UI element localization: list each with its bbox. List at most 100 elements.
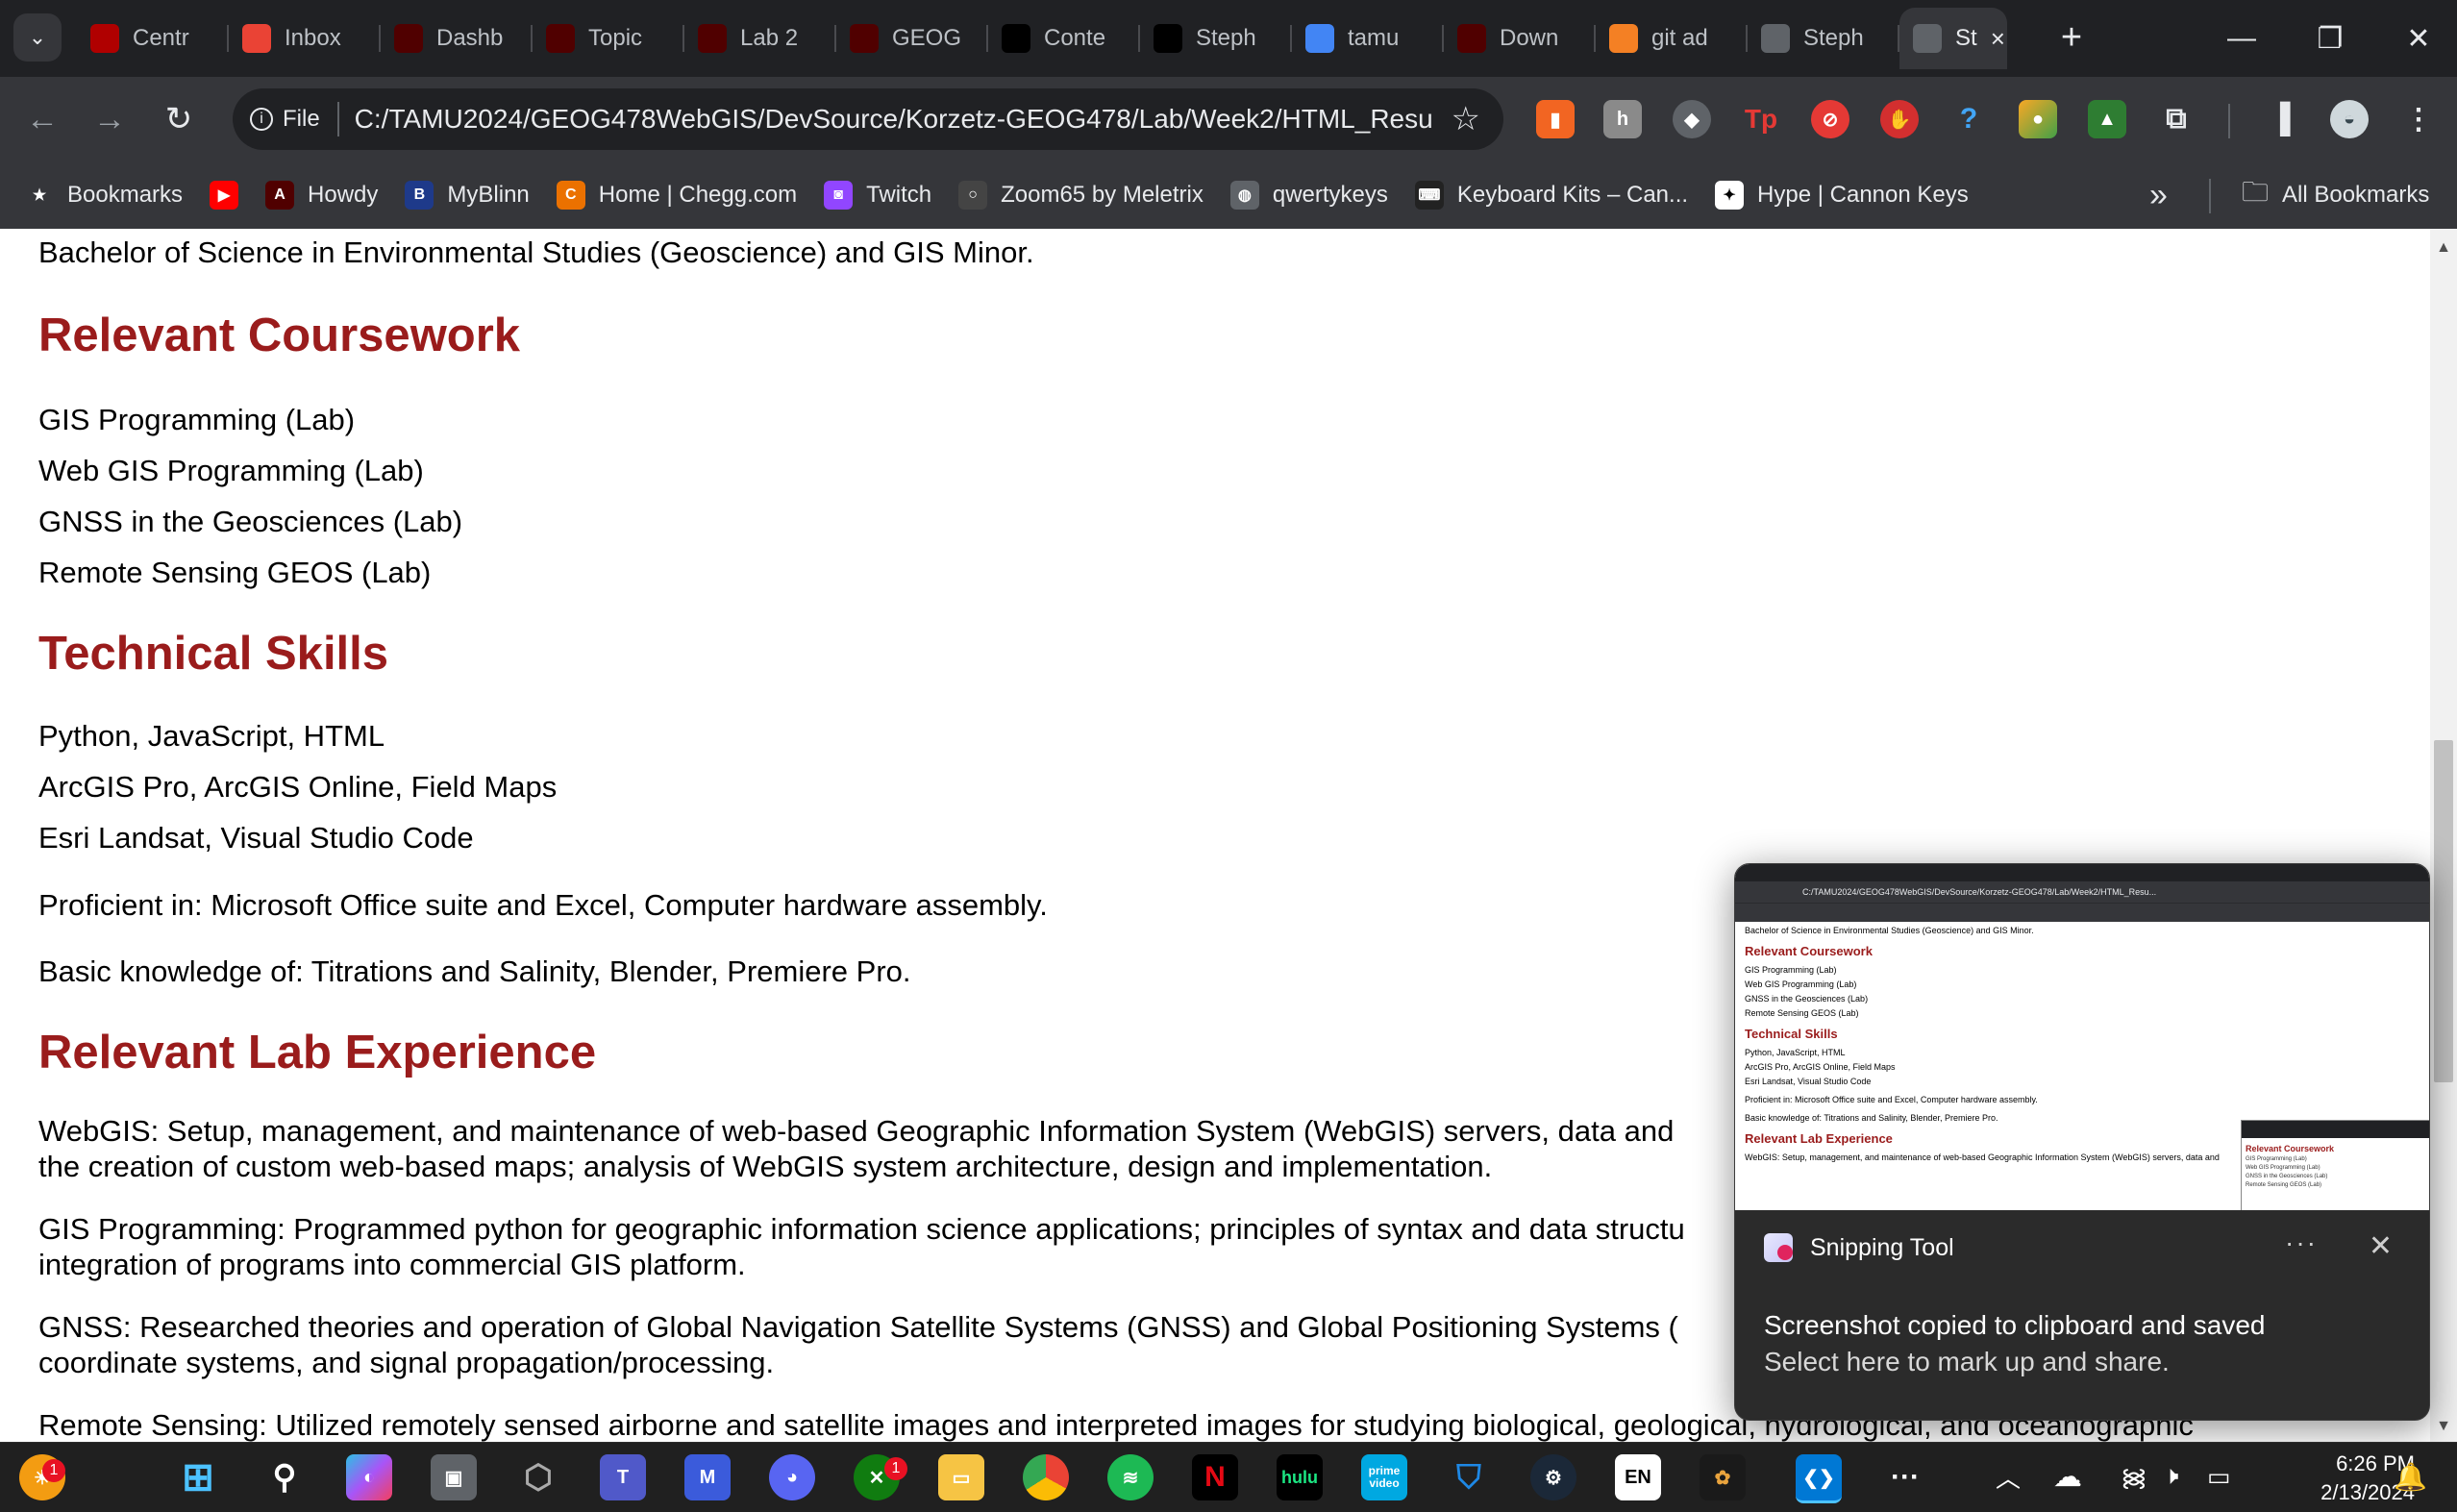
tab-9[interactable]: Down <box>1444 8 1596 69</box>
extension-icon-4[interactable]: Tp <box>1742 100 1780 138</box>
minimize-button[interactable]: — <box>2197 0 2286 77</box>
snipping-tool-icon <box>1764 1233 1793 1262</box>
coursework-item: GNSS in the Geosciences (Lab) <box>38 505 463 538</box>
wifi-icon[interactable]: ᯼ <box>2121 1442 2147 1511</box>
netflix-icon[interactable]: N <box>1192 1454 1238 1500</box>
tab-6[interactable]: Conte <box>988 8 1140 69</box>
extensions-puzzle-icon[interactable]: ⧉ <box>2157 100 2196 138</box>
davinci-resolve-icon[interactable]: ✿ <box>1700 1454 1746 1500</box>
bookmarks-overflow-button[interactable]: » <box>2149 177 2168 214</box>
file-explorer-icon[interactable]: ▭ <box>938 1454 984 1500</box>
tab-label: Centr <box>133 25 189 51</box>
snipping-tool-notification[interactable]: C:/TAMU2024/GEOG478WebGIS/DevSource/Korz… <box>1734 863 2430 1421</box>
extension-icon-3[interactable]: ◆ <box>1673 100 1711 138</box>
scroll-up-arrow-icon[interactable]: ▲ <box>2430 235 2457 261</box>
thumbnail-skill-item: Esri Landsat, Visual Studio Code <box>1745 1077 1872 1086</box>
tab-7[interactable]: Steph <box>1140 8 1292 69</box>
nested-browser-chrome <box>2242 1121 2429 1138</box>
tab-11[interactable]: Steph <box>1748 8 1899 69</box>
tab-3[interactable]: Topic <box>533 8 684 69</box>
spotify-icon[interactable]: ≋ <box>1107 1454 1154 1500</box>
tab-12[interactable]: St × <box>1899 8 2007 69</box>
extension-icon-8[interactable]: ● <box>2019 100 2057 138</box>
skills-heading: Technical Skills <box>38 628 389 680</box>
url-text[interactable]: C:/TAMU2024/GEOG478WebGIS/DevSource/Korz… <box>355 104 1431 135</box>
bookmark-3[interactable]: B MyBlinn <box>391 181 542 210</box>
bookmark-label: Hype | Cannon Keys <box>1757 182 1969 208</box>
reload-button[interactable]: ↻ <box>154 94 204 144</box>
coursework-heading: Relevant Coursework <box>38 310 521 361</box>
close-window-button[interactable]: ✕ <box>2374 0 2457 77</box>
bookmark-9[interactable]: ✦ Hype | Cannon Keys <box>1701 181 1982 210</box>
tab-0[interactable]: Centr <box>77 8 229 69</box>
bookmark-2[interactable]: A Howdy <box>252 181 391 210</box>
tab-5[interactable]: GEOG <box>836 8 988 69</box>
address-bar[interactable]: i File C:/TAMU2024/GEOG478WebGIS/DevSour… <box>233 88 1503 150</box>
back-button[interactable]: ← <box>17 94 67 144</box>
scrollbar-thumb[interactable] <box>2434 740 2453 1082</box>
bookmark-8[interactable]: ⌨ Keyboard Kits – Can... <box>1402 181 1701 210</box>
all-bookmarks-folder[interactable]: 🗀 All Bookmarks <box>2228 172 2443 218</box>
security-shield-icon[interactable]: ⛉ <box>1446 1454 1492 1500</box>
toast-app-name: Snipping Tool <box>1810 1233 1954 1261</box>
chrome-icon[interactable] <box>1023 1454 1069 1500</box>
tab-search-button[interactable]: ⌄ <box>13 13 62 62</box>
bookmark-0[interactable]: ★ Bookmarks <box>12 181 196 210</box>
bookmark-4[interactable]: C Home | Chegg.com <box>543 181 810 210</box>
bookmark-1[interactable]: ▶ <box>196 181 252 210</box>
tray-overflow-chevron-icon[interactable]: ︿ <box>1996 1442 2021 1511</box>
vscode-icon[interactable]: ❮❯ <box>1796 1454 1842 1503</box>
onedrive-cloud-icon[interactable]: ☁ <box>2053 1442 2082 1511</box>
nested-course-2: Web GIS Programming (Lab) <box>2246 1165 2320 1171</box>
profile-avatar[interactable]: ◒ <box>2330 100 2369 138</box>
tab-close-icon[interactable]: × <box>1991 24 2005 54</box>
tab-1[interactable]: Inbox <box>229 8 381 69</box>
site-info-chip[interactable]: i File <box>250 102 339 136</box>
scroll-down-arrow-icon[interactable]: ▼ <box>2430 1413 2457 1440</box>
screenshot-thumbnail[interactable]: C:/TAMU2024/GEOG478WebGIS/DevSource/Korz… <box>1735 864 2429 1210</box>
toast-message-title: Screenshot copied to clipboard and saved <box>1764 1310 2266 1340</box>
toast-more-options-button[interactable]: ··· <box>2285 1227 2318 1258</box>
more-apps-icon[interactable]: ··· <box>1882 1454 1928 1500</box>
new-tab-button[interactable]: + <box>2048 13 2096 62</box>
speaker-muted-icon[interactable]: 🕨 <box>2163 1442 2178 1511</box>
app-icon-m[interactable]: M <box>684 1454 731 1500</box>
copilot-icon[interactable]: ◐ <box>346 1454 392 1500</box>
tamu-icon <box>850 24 879 53</box>
hulu-icon[interactable]: hulu <box>1277 1454 1323 1500</box>
extension-icon-1[interactable]: ▮ <box>1536 100 1575 138</box>
start-button-windows-icon[interactable]: ⊞ <box>175 1454 221 1500</box>
bookmark-7[interactable]: ◍ qwertykeys <box>1217 181 1402 210</box>
extension-icon-5[interactable]: ⊘ <box>1811 100 1849 138</box>
bookmark-5[interactable]: ◙ Twitch <box>810 181 945 210</box>
adblock-icon[interactable]: ✋ <box>1880 100 1919 138</box>
teams-icon[interactable]: T <box>600 1454 646 1500</box>
bookmark-6[interactable]: ○ Zoom65 by Meletrix <box>945 181 1217 210</box>
steam-icon[interactable]: ⚙ <box>1530 1454 1576 1500</box>
extension-icon-7[interactable]: ? <box>1949 100 1988 138</box>
unity-icon[interactable]: ⬡ <box>515 1454 561 1500</box>
thumbnail-coursework-item: GIS Programming (Lab) <box>1745 965 1837 975</box>
language-indicator-icon[interactable]: EN <box>1615 1454 1661 1500</box>
notification-bell-icon[interactable]: 🔔 <box>2394 1442 2427 1511</box>
menu-kebab-icon[interactable]: ⋮ <box>2399 100 2438 138</box>
search-icon[interactable]: ⚲ <box>261 1454 308 1500</box>
tab-8[interactable]: tamu <box>1292 8 1444 69</box>
task-view-icon[interactable]: ▣ <box>431 1454 477 1500</box>
tab-4[interactable]: Lab 2 <box>684 8 836 69</box>
side-panel-icon[interactable]: ▐ <box>2261 100 2299 138</box>
discord-icon[interactable]: ◕ <box>769 1454 815 1500</box>
bookmark-star-icon[interactable]: ☆ <box>1452 100 1480 138</box>
thumbnail-degree-text: Bachelor of Science in Environmental Stu… <box>1745 926 2034 935</box>
extension-icon-2[interactable]: h <box>1603 100 1642 138</box>
battery-icon[interactable]: ▭ <box>2207 1442 2231 1511</box>
prime-video-icon[interactable]: prime video <box>1361 1454 1407 1500</box>
tamu-icon <box>698 24 727 53</box>
tab-10[interactable]: git ad <box>1596 8 1748 69</box>
toast-close-button[interactable]: ✕ <box>2369 1229 2393 1263</box>
tab-2[interactable]: Dashb <box>381 8 533 69</box>
extension-icon-9[interactable]: ▲ <box>2088 100 2126 138</box>
coursework-item: Web GIS Programming (Lab) <box>38 454 424 487</box>
restore-button[interactable]: ❐ <box>2286 0 2374 77</box>
forward-button[interactable]: → <box>85 94 135 144</box>
